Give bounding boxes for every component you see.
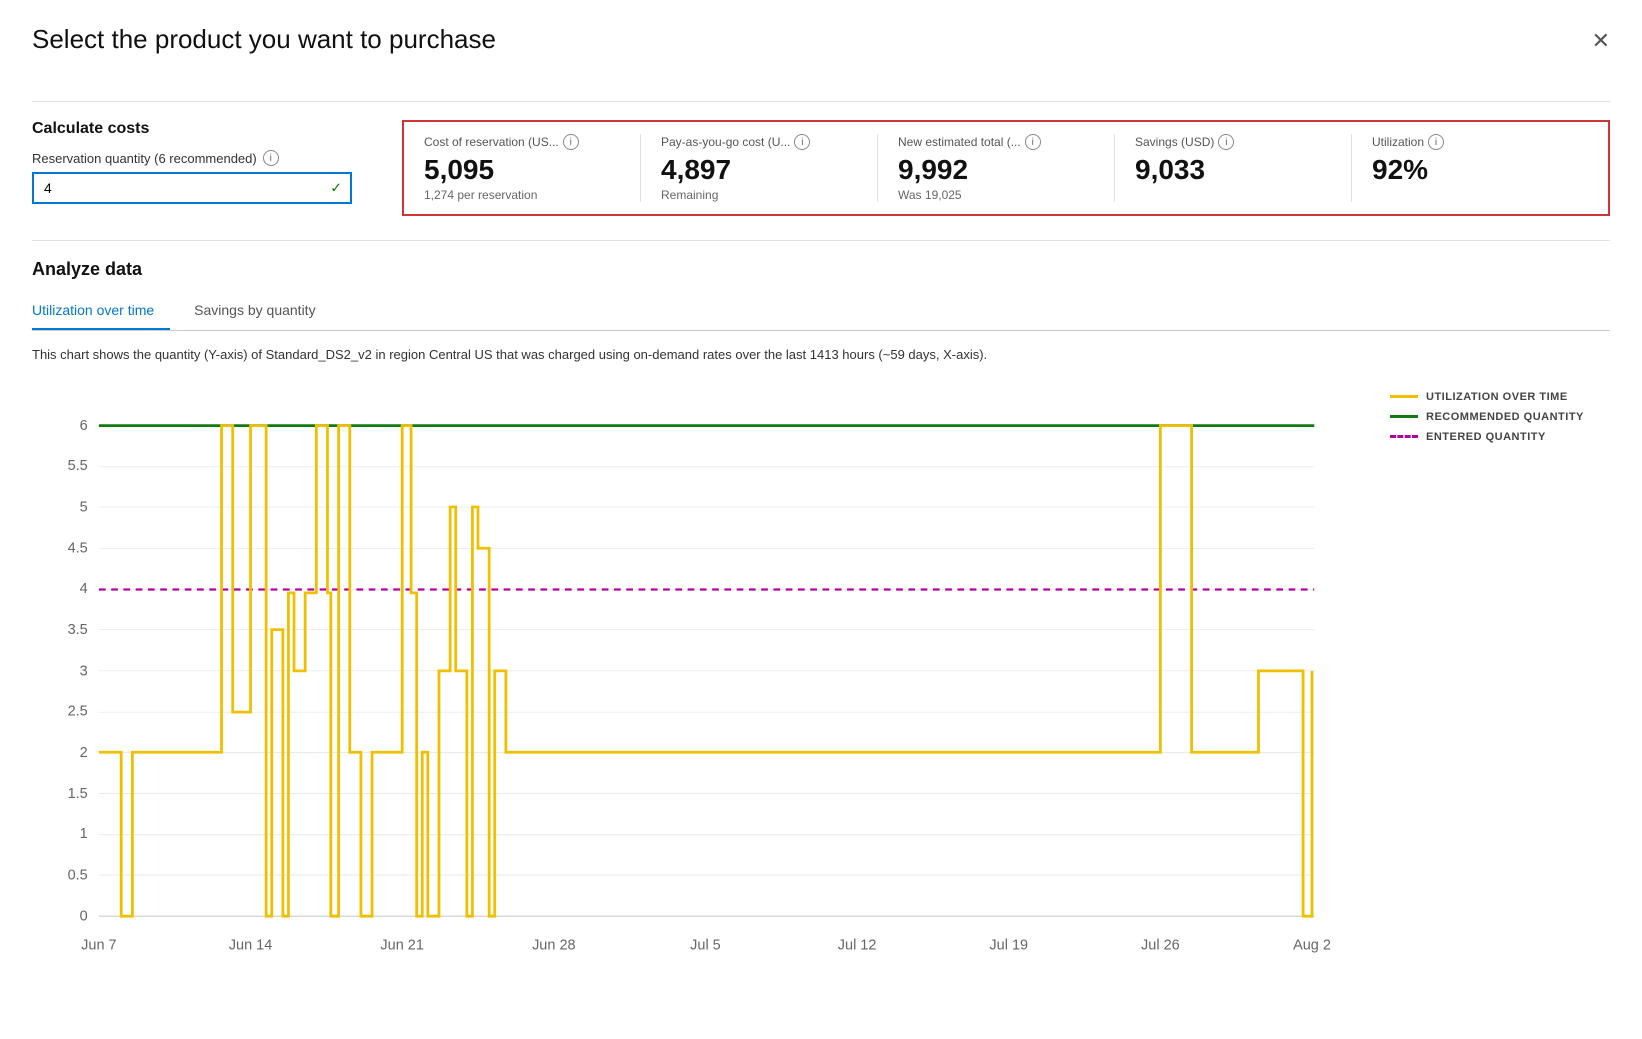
svg-text:Jul 19: Jul 19 (989, 937, 1028, 953)
metric-sub: 1,274 per reservation (424, 188, 620, 202)
metric-header: Utilization i (1372, 134, 1568, 150)
metric-info-icon[interactable]: i (563, 134, 579, 150)
utilization-line-icon (1390, 395, 1418, 398)
chart-area: 0 0.5 1 1.5 2 2.5 3 3.5 4 4.5 5 5.5 6 Ju… (32, 381, 1370, 961)
svg-text:2.5: 2.5 (68, 703, 88, 719)
svg-text:5: 5 (80, 499, 88, 515)
svg-text:4: 4 (80, 580, 88, 596)
svg-text:5.5: 5.5 (68, 458, 88, 474)
metric-value: 92% (1372, 154, 1568, 186)
svg-text:2: 2 (80, 744, 88, 760)
analyze-title: Analyze data (32, 259, 1610, 280)
metric-value: 4,897 (661, 154, 857, 186)
svg-text:3.5: 3.5 (68, 622, 88, 638)
tabs: Utilization over time Savings by quantit… (32, 294, 1610, 331)
legend-recommended: RECOMMENDED QUANTITY (1390, 411, 1610, 423)
utilization-chart: 0 0.5 1 1.5 2 2.5 3 3.5 4 4.5 5 5.5 6 Ju… (32, 381, 1370, 961)
tab-utilization[interactable]: Utilization over time (32, 294, 170, 330)
page-title: Select the product you want to purchase (32, 24, 496, 55)
legend-entered: ENTERED QUANTITY (1390, 431, 1610, 443)
metric-info-icon[interactable]: i (794, 134, 810, 150)
metric-info-icon[interactable]: i (1218, 134, 1234, 150)
tab-savings[interactable]: Savings by quantity (194, 294, 331, 330)
svg-text:3: 3 (80, 663, 88, 679)
qty-field-label: Reservation quantity (6 recommended) i (32, 150, 372, 166)
chart-container: 0 0.5 1 1.5 2 2.5 3 3.5 4 4.5 5 5.5 6 Ju… (32, 381, 1610, 961)
legend-utilization: UTILIZATION OVER TIME (1390, 391, 1610, 403)
chart-description: This chart shows the quantity (Y-axis) o… (32, 345, 1610, 365)
svg-text:Jul 5: Jul 5 (690, 937, 721, 953)
metric-value: 9,992 (898, 154, 1094, 186)
metric-value: 9,033 (1135, 154, 1331, 186)
metrics-box: Cost of reservation (US... i 5,095 1,274… (402, 120, 1610, 216)
svg-text:Aug 2: Aug 2 (1293, 937, 1331, 953)
close-button[interactable]: ✕ (1592, 28, 1610, 54)
svg-text:Jun 28: Jun 28 (532, 937, 576, 953)
svg-text:6: 6 (80, 418, 88, 434)
metric-header: Cost of reservation (US... i (424, 134, 620, 150)
metric-item: Cost of reservation (US... i 5,095 1,274… (424, 134, 641, 202)
qty-info-icon[interactable]: i (263, 150, 279, 166)
svg-text:4.5: 4.5 (68, 540, 88, 556)
metric-info-icon[interactable]: i (1025, 134, 1041, 150)
metric-item: New estimated total (... i 9,992 Was 19,… (878, 134, 1115, 202)
entered-line-icon (1390, 435, 1418, 438)
metric-value: 5,095 (424, 154, 620, 186)
metric-header: New estimated total (... i (898, 134, 1094, 150)
metric-item: Utilization i 92% (1352, 134, 1588, 202)
svg-text:Jun 7: Jun 7 (81, 937, 116, 953)
metric-sub: Remaining (661, 188, 857, 202)
metric-info-icon[interactable]: i (1428, 134, 1444, 150)
metric-header: Pay-as-you-go cost (U... i (661, 134, 857, 150)
svg-text:Jul 26: Jul 26 (1141, 937, 1180, 953)
metric-sub: Was 19,025 (898, 188, 1094, 202)
chart-legend: UTILIZATION OVER TIME RECOMMENDED QUANTI… (1390, 381, 1610, 451)
check-icon: ✓ (330, 180, 342, 197)
svg-text:Jul 12: Jul 12 (838, 937, 877, 953)
svg-text:1: 1 (80, 826, 88, 842)
svg-text:Jun 21: Jun 21 (380, 937, 424, 953)
metric-item: Savings (USD) i 9,033 (1115, 134, 1352, 202)
metric-item: Pay-as-you-go cost (U... i 4,897 Remaini… (641, 134, 878, 202)
qty-input[interactable] (32, 172, 352, 204)
calculate-section-label: Calculate costs (32, 120, 372, 138)
svg-text:0: 0 (80, 908, 88, 924)
svg-text:1.5: 1.5 (68, 786, 88, 802)
metric-header: Savings (USD) i (1135, 134, 1331, 150)
svg-text:0.5: 0.5 (68, 867, 88, 883)
recommended-line-icon (1390, 415, 1418, 418)
svg-text:Jun 14: Jun 14 (229, 937, 272, 953)
